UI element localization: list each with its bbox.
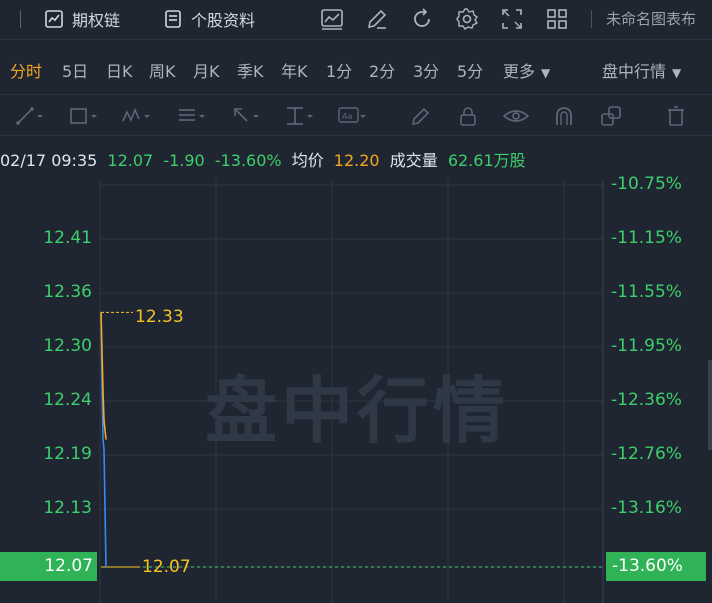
fullscreen-icon[interactable] xyxy=(499,6,525,32)
quote-price: 12.07 xyxy=(107,151,154,170)
low-annotation: 12.07 xyxy=(142,557,191,577)
quote-datetime: 02/17 09:35 xyxy=(0,151,98,170)
pct-tick-label: -11.95% xyxy=(611,336,682,356)
top-toolbar: 期权链 个股资料 未命名图表布 xyxy=(0,0,712,40)
lock-icon[interactable] xyxy=(453,104,483,128)
eye-icon[interactable] xyxy=(501,104,531,128)
toolbar-separator xyxy=(20,10,21,28)
caret-down-icon: ▼ xyxy=(541,66,551,80)
period-quarterly[interactable]: 季K xyxy=(237,58,264,82)
refresh-icon[interactable] xyxy=(409,6,435,32)
price-series-line xyxy=(100,312,107,568)
magnet-icon[interactable] xyxy=(549,104,579,128)
trash-icon[interactable] xyxy=(661,104,691,128)
more-periods-dropdown[interactable]: 更多 ▼ xyxy=(503,58,550,82)
chart-layout-name[interactable]: 未命名图表布 xyxy=(606,8,696,29)
period-monthly[interactable]: 月K xyxy=(193,58,220,82)
text-tool-icon[interactable]: Aa xyxy=(337,104,367,128)
period-1min[interactable]: 1分 xyxy=(326,58,352,82)
period-weekly[interactable]: 周K xyxy=(149,58,176,82)
stock-info-button[interactable]: 个股资料 xyxy=(163,6,255,32)
price-tick-label: 12.30 xyxy=(43,336,92,356)
last-pct-tag: -13.60% xyxy=(606,552,706,581)
more-periods-label: 更多 xyxy=(503,62,536,81)
pct-tick-label: -12.76% xyxy=(611,444,682,464)
fibonacci-tool-icon[interactable] xyxy=(176,104,206,128)
period-3min[interactable]: 3分 xyxy=(413,58,439,82)
drawing-tools-row: Aa xyxy=(0,94,712,136)
indicator-chart-icon[interactable] xyxy=(319,6,345,32)
avg-series-line xyxy=(100,312,107,440)
avg-price-value: 12.20 xyxy=(333,151,380,170)
price-tick-label: 12.13 xyxy=(43,498,92,518)
price-tick-label: 12.19 xyxy=(43,444,92,464)
pct-tick-label: -11.55% xyxy=(611,282,682,302)
rectangle-tool-icon[interactable] xyxy=(68,104,98,128)
volume-value: 62.61万股 xyxy=(447,151,526,170)
scrollbar-handle[interactable] xyxy=(708,360,712,450)
pct-tick-label: -10.75% xyxy=(611,174,682,194)
quote-info-line: 02/17 09:35 12.07 -1.90 -13.60% 均价 12.20… xyxy=(0,147,531,171)
gear-icon[interactable] xyxy=(454,6,480,32)
high-annotation: 12.33 xyxy=(135,307,184,327)
quote-change-pct: -13.60% xyxy=(214,151,282,170)
last-price-tag: 12.07 xyxy=(0,552,97,581)
watermark-text: 盘中行情 xyxy=(205,369,510,453)
options-chain-button[interactable]: 期权链 xyxy=(44,6,120,32)
avg-price-label: 均价 xyxy=(291,151,324,170)
layout-grid-icon[interactable] xyxy=(544,6,570,32)
caret-down-icon: ▼ xyxy=(672,66,682,80)
pct-tick-label: -12.36% xyxy=(611,390,682,410)
session-label: 盘中行情 xyxy=(602,62,667,81)
trend-line-tool-icon[interactable] xyxy=(14,104,44,128)
price-tick-label: 12.41 xyxy=(43,228,92,248)
price-tick-label: 12.24 xyxy=(43,390,92,410)
draw-edit-icon[interactable] xyxy=(364,6,390,32)
arrow-tool-icon[interactable] xyxy=(230,104,260,128)
wave-tool-icon[interactable] xyxy=(121,104,151,128)
period-daily[interactable]: 日K xyxy=(106,58,133,82)
period-bar: 分时 5日 日K 周K 月K 季K 年K 1分 2分 3分 5分 更多 ▼ 盘中行… xyxy=(0,48,712,90)
stock-info-label: 个股资料 xyxy=(191,11,256,30)
period-5day[interactable]: 5日 xyxy=(62,58,88,82)
period-5min[interactable]: 5分 xyxy=(457,58,483,82)
chart-doc-icon xyxy=(45,10,63,28)
document-icon xyxy=(165,10,181,28)
pencil-icon[interactable] xyxy=(405,104,435,128)
quote-change: -1.90 xyxy=(163,151,205,170)
toolbar-separator xyxy=(591,10,592,28)
period-yearly[interactable]: 年K xyxy=(281,58,308,82)
measure-tool-icon[interactable] xyxy=(284,104,314,128)
session-dropdown[interactable]: 盘中行情 ▼ xyxy=(602,58,681,82)
price-tick-label: 12.36 xyxy=(43,282,92,302)
period-intraday[interactable]: 分时 xyxy=(10,58,42,82)
svg-text:Aa: Aa xyxy=(342,112,352,121)
period-2min[interactable]: 2分 xyxy=(369,58,395,82)
pct-tick-label: -13.16% xyxy=(611,498,682,518)
intraday-chart[interactable] xyxy=(0,0,712,603)
clone-icon[interactable] xyxy=(597,104,627,128)
pct-tick-label: -11.15% xyxy=(611,228,682,248)
volume-label: 成交量 xyxy=(389,151,438,170)
options-chain-label: 期权链 xyxy=(72,11,121,30)
